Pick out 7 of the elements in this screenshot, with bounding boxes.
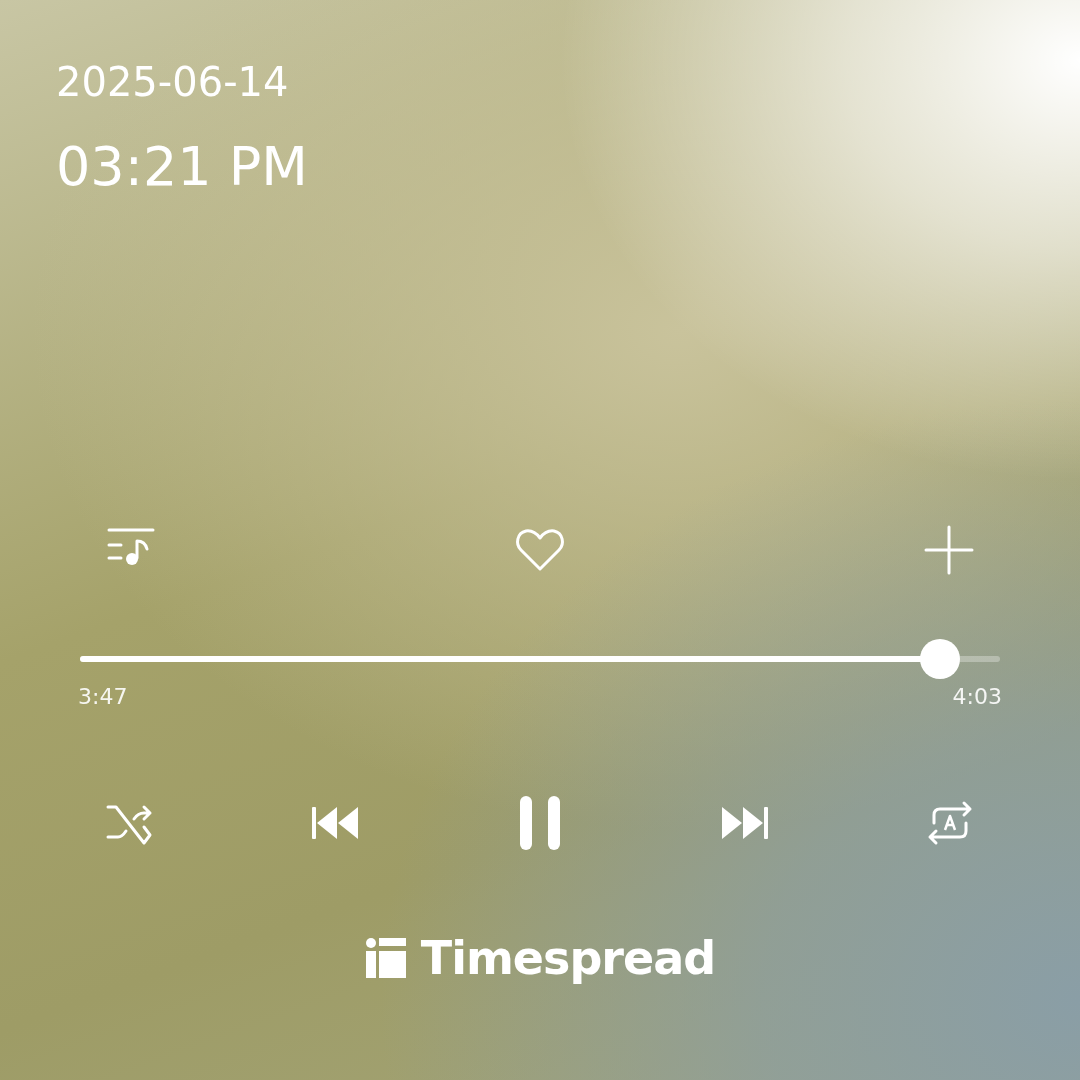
- logo-icon: [364, 937, 407, 979]
- progress-thumb[interactable]: [920, 639, 961, 679]
- elapsed-time: 3:47: [78, 683, 128, 711]
- time-text: 03:21 PM: [55, 134, 309, 194]
- plus-button[interactable]: [923, 524, 975, 576]
- total-time: 4:03: [952, 683, 1002, 711]
- date-text: 2025-06-14: [55, 58, 290, 102]
